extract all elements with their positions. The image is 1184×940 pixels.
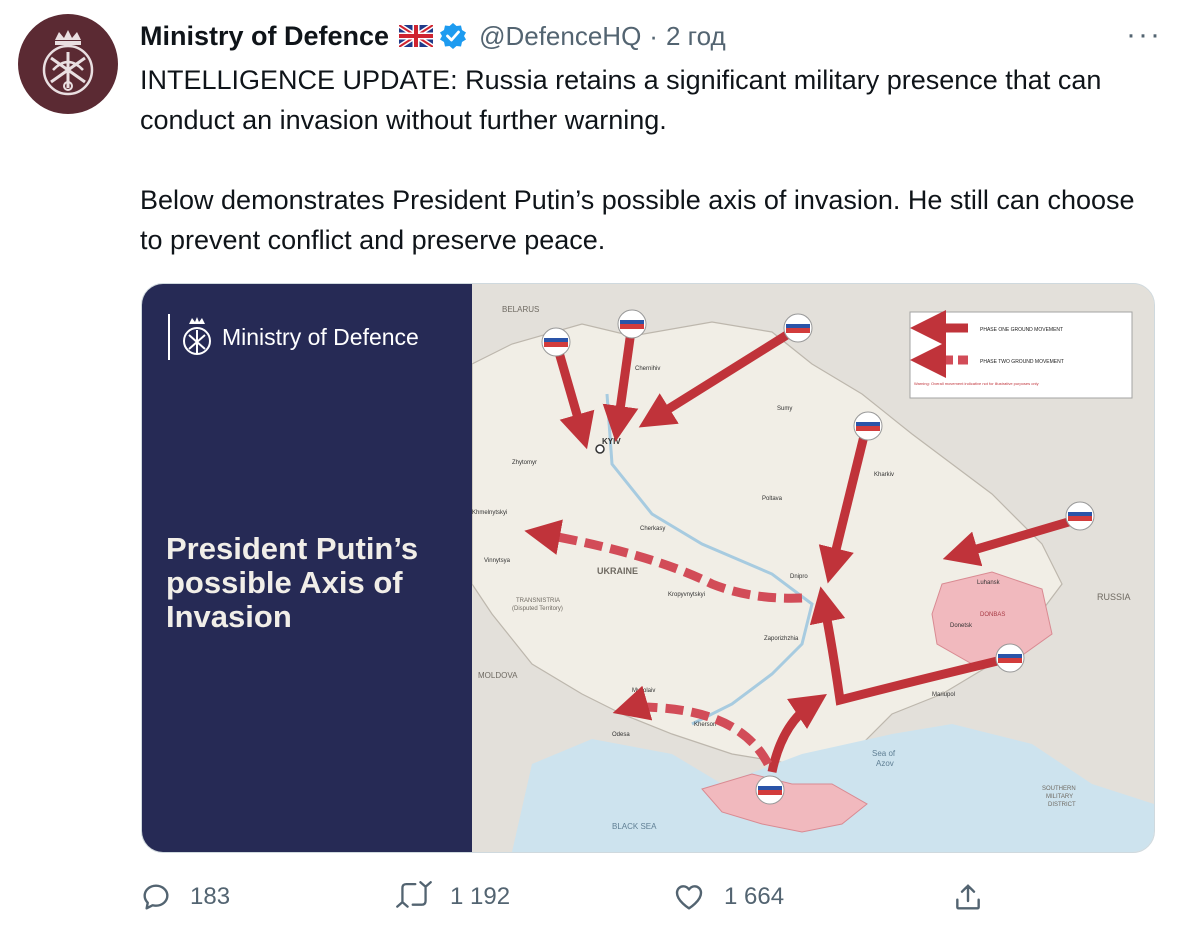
label-kherson: Kherson: [694, 722, 716, 728]
label-sea-of-azov-1: Sea of: [872, 749, 896, 758]
heart-icon: [675, 885, 703, 910]
label-kyiv: KYIV: [602, 437, 621, 446]
label-sea-of-azov-2: Azov: [876, 759, 894, 768]
label-kropyvnytskyi: Kropyvnytskyi: [668, 592, 705, 598]
image-title-line-2: possible Axis of: [166, 565, 403, 600]
mod-brand: Ministry of Defence: [168, 314, 419, 360]
legend-phase-one: PHASE ONE GROUND MOVEMENT: [980, 327, 1063, 333]
invasion-map: BELARUS KYIV UKRAINE RUSSIA MOLDOVA TRAN…: [472, 284, 1154, 852]
label-smd-3: DISTRICT: [1048, 802, 1076, 808]
label-transnistria: TRANSNISTRIA: [516, 598, 560, 604]
tweet-text: INTELLIGENCE UPDATE: Russia retains a si…: [140, 60, 1160, 260]
tweet-header: Ministry of Defence @DefenceHQ · 2 год: [140, 16, 726, 56]
label-luhansk: Luhansk: [977, 580, 1001, 586]
label-donetsk: Donetsk: [950, 623, 973, 629]
reply-icon: [143, 884, 169, 910]
share-icon: [956, 884, 980, 910]
label-moldova: MOLDOVA: [478, 671, 518, 680]
like-button[interactable]: 1 664: [672, 872, 784, 922]
label-belarus: BELARUS: [502, 305, 539, 314]
avatar[interactable]: [18, 14, 118, 114]
label-zaporizhzhia: Zaporizhzhia: [764, 636, 799, 642]
crest-icon: [183, 317, 211, 355]
label-sumy: Sumy: [777, 406, 792, 412]
share-button[interactable]: [952, 872, 1002, 922]
label-ukraine: UKRAINE: [597, 566, 638, 576]
tweet-paragraph-1: INTELLIGENCE UPDATE: Russia retains a si…: [140, 65, 1102, 135]
reply-button[interactable]: 183: [140, 872, 230, 922]
label-vinnytsia: Vinnytsya: [484, 558, 511, 564]
retweet-icon: [396, 881, 432, 908]
label-donbas: DONBAS: [980, 612, 1005, 618]
account-name[interactable]: Ministry of Defence: [140, 21, 389, 52]
label-mariupol: Mariupol: [932, 692, 955, 698]
label-poltava: Poltava: [762, 496, 783, 502]
tweet-paragraph-2: Below demonstrates President Putin’s pos…: [140, 185, 1135, 255]
more-options-button[interactable]: ···: [1126, 18, 1162, 52]
brand-text: Ministry of Defence: [222, 323, 419, 350]
uk-flag-icon: [399, 25, 434, 47]
label-smd-2: MILITARY: [1046, 794, 1073, 800]
image-title-line-1: President Putin’s: [166, 531, 419, 566]
label-khmelnytskyi: Khmelnytskyi: [472, 510, 507, 516]
image-title: President Putin’s possible Axis of Invas…: [166, 532, 466, 634]
image-title-line-3: Invasion: [166, 599, 292, 634]
label-chernihiv: Chernihiv: [635, 366, 660, 372]
label-mykolaiv: Mykolaiv: [632, 688, 655, 694]
map-legend: PHASE ONE GROUND MOVEMENT PHASE TWO GROU…: [909, 310, 1133, 399]
mod-crest-icon: [42, 30, 94, 96]
account-handle[interactable]: @DefenceHQ: [479, 21, 641, 52]
label-cherkasy: Cherkasy: [640, 526, 665, 532]
brand-divider: [168, 314, 170, 360]
tweet-image[interactable]: Ministry of Defence President Putin’s po…: [141, 283, 1155, 853]
image-title-panel: Ministry of Defence President Putin’s po…: [142, 284, 472, 852]
legend-phase-two: PHASE TWO GROUND MOVEMENT: [980, 359, 1064, 365]
label-transnistria-note: (Disputed Territory): [512, 606, 563, 612]
label-dnipro: Dnipro: [790, 574, 808, 580]
retweet-button[interactable]: 1 192: [396, 872, 510, 922]
like-count: 1 664: [724, 883, 785, 910]
label-smd-1: SOUTHERN: [1042, 786, 1076, 792]
reply-count: 183: [190, 883, 231, 910]
label-odesa: Odesa: [612, 732, 630, 738]
label-russia: RUSSIA: [1097, 592, 1131, 602]
tweet-timestamp[interactable]: 2 год: [666, 21, 726, 52]
legend-warning: Warning: Overall movement indicative not…: [914, 381, 1039, 386]
label-kharkiv: Kharkiv: [874, 472, 894, 478]
tweet-actions: 183 1 192 1 664: [140, 872, 1160, 922]
map-svg: BELARUS KYIV UKRAINE RUSSIA MOLDOVA TRAN…: [472, 284, 1154, 852]
verified-badge-icon: [439, 22, 467, 50]
label-black-sea: BLACK SEA: [612, 822, 657, 831]
kyiv-marker: [595, 444, 605, 454]
separator-dot: ·: [649, 20, 658, 51]
retweet-count: 1 192: [450, 883, 511, 910]
label-zhytomyr: Zhytomyr: [512, 460, 537, 466]
